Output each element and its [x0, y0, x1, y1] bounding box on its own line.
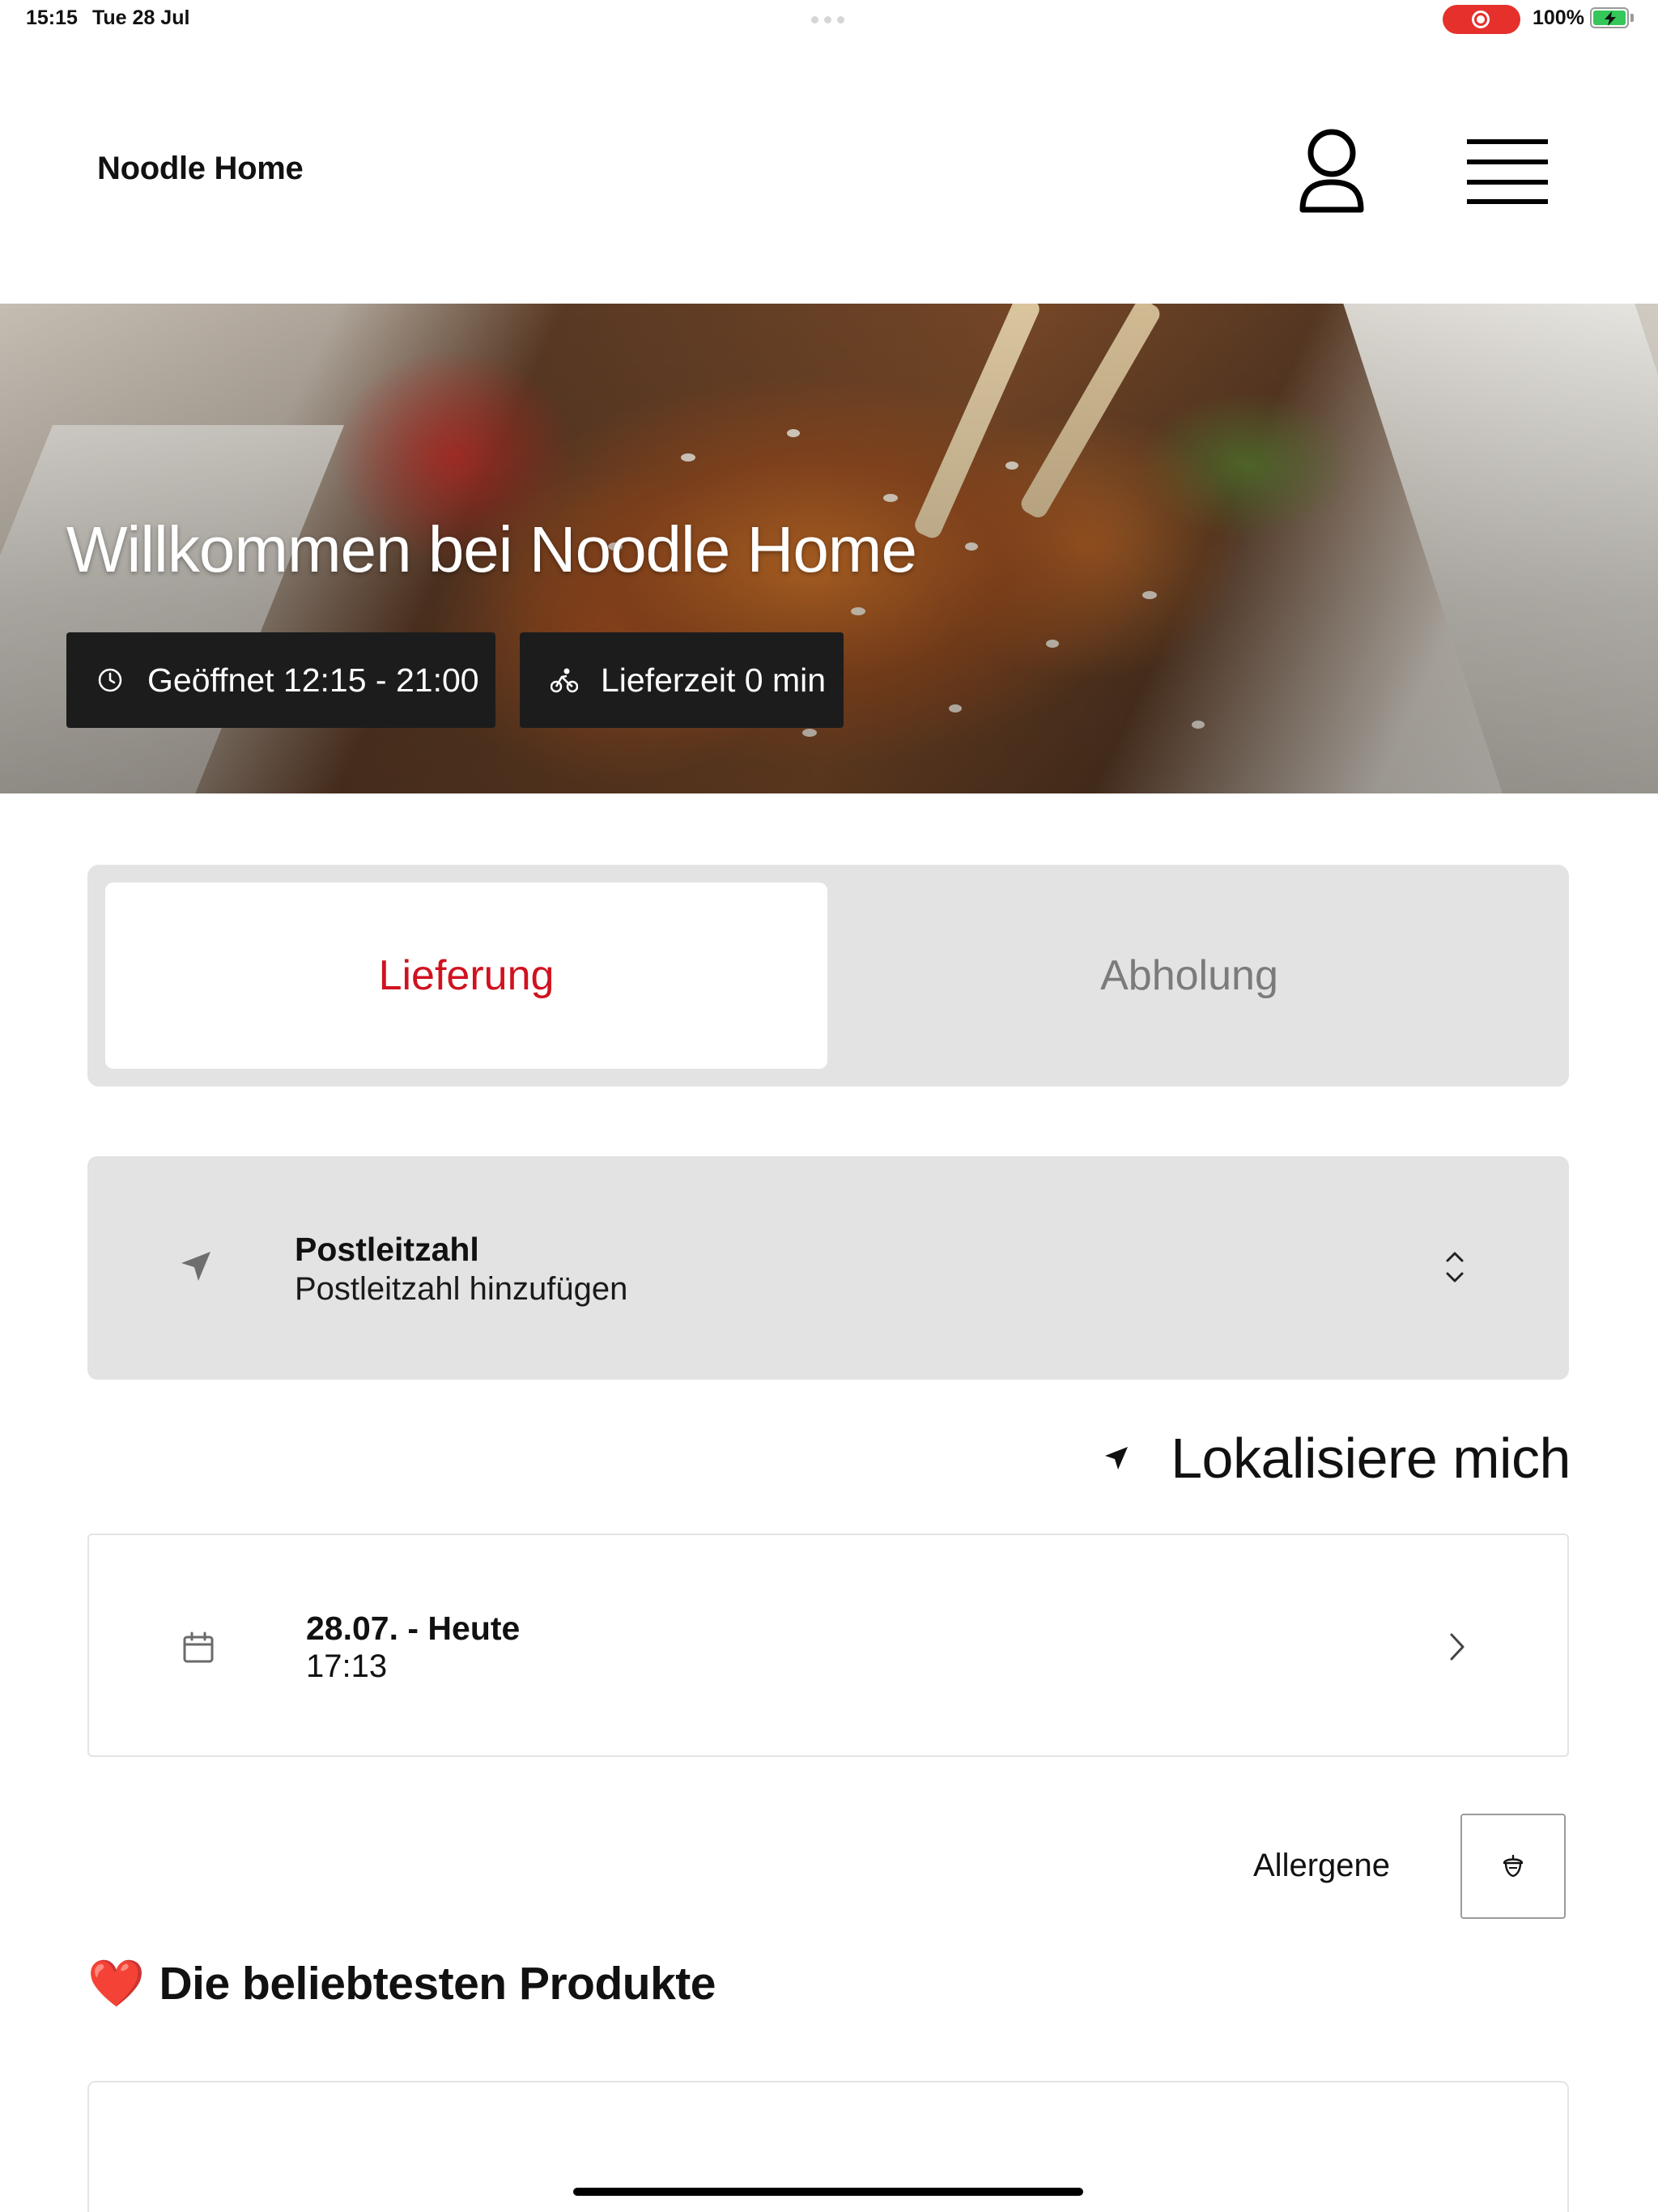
postcode-selector[interactable]: Postleitzahl Postleitzahl hinzufügen: [87, 1156, 1569, 1380]
bicycle-icon: [551, 668, 578, 693]
location-arrow-icon: [181, 1252, 210, 1281]
acorn-icon: [1503, 1854, 1524, 1878]
status-time: 15:15: [26, 6, 78, 29]
schedule-date: 28.07. - Heute: [306, 1610, 521, 1647]
locate-me-button[interactable]: Lokalisiere mich: [1101, 1422, 1571, 1495]
calendar-icon: [183, 1631, 214, 1663]
hero-title: Willkommen bei Noodle Home: [66, 513, 917, 585]
battery-percentage: 100%: [1533, 6, 1584, 29]
battery-icon: [1590, 7, 1629, 28]
battery-cap: [1630, 14, 1634, 22]
postcode-label: Postleitzahl: [295, 1231, 479, 1268]
tab-delivery[interactable]: Lieferung: [105, 883, 827, 1069]
chevron-up-down-icon: [1446, 1252, 1464, 1283]
page: 15:15 Tue 28 Jul 100% Noodle Home Willko…: [0, 0, 1658, 2212]
allergens-filter-button[interactable]: [1460, 1814, 1566, 1919]
delivery-time-selector[interactable]: 28.07. - Heute 17:13: [87, 1534, 1569, 1757]
allergens-label: Allergene: [1253, 1848, 1391, 1883]
opening-hours-chip: Geöffnet 12:15 - 21:00: [66, 632, 495, 728]
order-mode-segmented-control: Lieferung Abholung: [87, 865, 1569, 1087]
schedule-time: 17:13: [306, 1648, 388, 1684]
chevron-right-icon: [1450, 1633, 1465, 1661]
menu-button[interactable]: [1457, 130, 1558, 214]
tab-pickup[interactable]: Abholung: [827, 883, 1551, 1069]
locate-me-label: Lokalisiere mich: [1171, 1427, 1571, 1490]
popular-products-title: Die beliebtesten Produkte: [159, 1957, 716, 2010]
multitasking-dots-icon[interactable]: [811, 16, 844, 23]
popular-products-heading: ❤️ Die beliebtesten Produkte: [87, 1956, 716, 2010]
screen-recording-icon[interactable]: [1443, 5, 1520, 34]
home-indicator[interactable]: [573, 2188, 1083, 2196]
clock-icon: [98, 668, 122, 692]
delivery-time-chip: Lieferzeit 0 min: [520, 632, 844, 728]
status-bar: 15:15 Tue 28 Jul 100%: [0, 0, 1658, 39]
delivery-time-text: Lieferzeit 0 min: [601, 661, 827, 699]
opening-hours-text: Geöffnet 12:15 - 21:00: [147, 661, 479, 699]
profile-button[interactable]: [1287, 123, 1376, 220]
person-icon: [1299, 129, 1364, 213]
location-arrow-icon: [1105, 1447, 1129, 1470]
postcode-placeholder: Postleitzahl hinzufügen: [295, 1271, 628, 1307]
hero-banner: Willkommen bei Noodle Home Geöffnet 12:1…: [0, 304, 1658, 793]
hamburger-menu-icon: [1467, 139, 1548, 204]
brand-title[interactable]: Noodle Home: [97, 151, 304, 187]
status-date: Tue 28 Jul: [92, 6, 190, 29]
heart-icon: ❤️: [87, 1958, 145, 2010]
